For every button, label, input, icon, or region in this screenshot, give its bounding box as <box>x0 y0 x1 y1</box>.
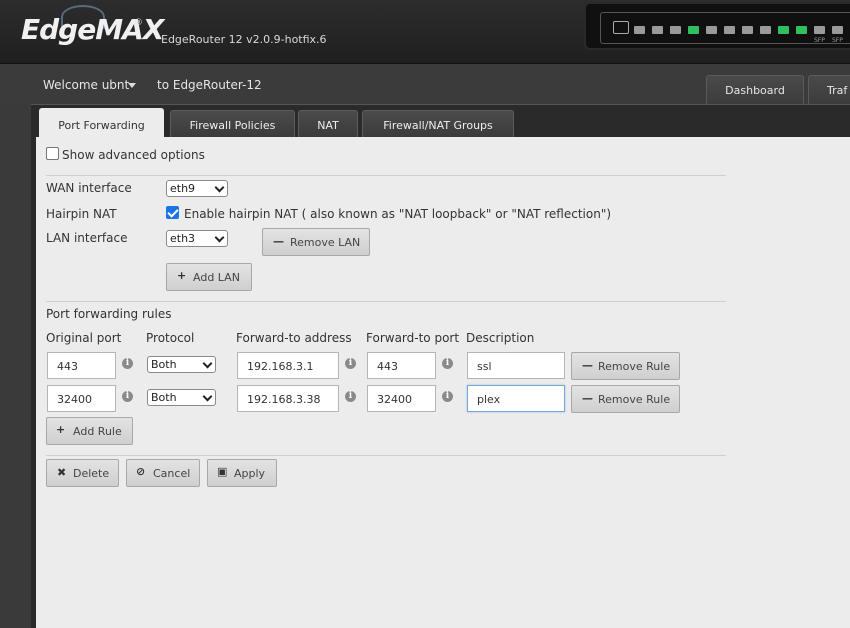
plus-icon: + <box>177 269 187 282</box>
tab-firewall-nat-groups[interactable]: Firewall/NAT Groups <box>362 110 514 138</box>
cancel-label: Cancel <box>153 467 191 480</box>
wan-interface-value: eth9 <box>170 182 196 195</box>
trademark-symbol: ® <box>134 18 143 28</box>
remove-lan-button[interactable]: — Remove LAN <box>262 228 370 256</box>
forward-address-input[interactable]: 192.168.3.38 <box>237 385 339 412</box>
close-icon: ✖ <box>57 466 67 479</box>
col-forward-address: Forward-to address <box>236 331 352 345</box>
port-strip: SFP SFP <box>600 12 850 44</box>
hairpin-nat-checkbox[interactable] <box>166 206 179 219</box>
rules-title: Port forwarding rules <box>46 307 172 321</box>
user-bar: Welcome ubnt to EdgeRouter-12 Dashboard … <box>0 64 850 104</box>
info-icon[interactable]: i <box>345 391 356 402</box>
info-icon[interactable]: i <box>345 358 356 369</box>
welcome-user-menu[interactable]: Welcome ubnt <box>43 78 129 92</box>
chevron-down-icon[interactable] <box>128 83 136 88</box>
info-icon[interactable]: i <box>442 391 453 402</box>
minus-icon: — <box>582 359 593 372</box>
show-advanced-label: Show advanced options <box>62 148 205 162</box>
info-icon[interactable]: i <box>122 391 133 402</box>
divider <box>46 455 726 456</box>
port-indicator <box>706 26 717 34</box>
lan-interface-select[interactable]: eth3 <box>166 230 228 247</box>
cancel-button[interactable]: ⊘ Cancel <box>126 459 200 487</box>
port-indicator <box>670 26 681 34</box>
forward-address-input[interactable]: 192.168.3.1 <box>237 352 339 379</box>
tab-port-forwarding[interactable]: Port Forwarding <box>39 108 164 138</box>
hairpin-nat-description: Enable hairpin NAT ( also known as "NAT … <box>184 207 612 221</box>
col-original-port: Original port <box>46 331 122 345</box>
wan-interface-label: WAN interface <box>46 181 132 195</box>
add-lan-button[interactable]: + Add LAN <box>166 263 252 291</box>
divider <box>46 175 726 176</box>
description-input[interactable]: plex <box>467 385 565 412</box>
port-indicator-active <box>688 26 699 34</box>
router-name: to EdgeRouter-12 <box>157 78 262 92</box>
wan-interface-select[interactable]: eth9 <box>166 180 228 197</box>
remove-rule-label: Remove Rule <box>598 393 671 406</box>
forward-port-input[interactable]: 443 <box>367 352 436 379</box>
port-indicator-active <box>778 26 789 34</box>
divider <box>46 301 726 302</box>
tab-dashboard[interactable]: Dashboard <box>706 75 804 104</box>
col-forward-port: Forward-to port <box>366 331 460 345</box>
delete-label: Delete <box>73 467 110 480</box>
tab-firewall-policies[interactable]: Firewall Policies <box>170 110 295 138</box>
remove-lan-label: Remove LAN <box>290 236 361 249</box>
chevron-down-icon <box>214 232 225 243</box>
port-indicator <box>652 26 663 34</box>
port-indicator <box>832 26 843 34</box>
port-indicator-active <box>796 26 807 34</box>
original-port-input[interactable]: 32400 <box>47 385 116 412</box>
show-advanced-checkbox[interactable] <box>46 147 59 160</box>
minus-icon: — <box>582 392 593 405</box>
col-description: Description <box>466 331 535 345</box>
add-rule-button[interactable]: + Add Rule <box>46 417 133 445</box>
description-input[interactable]: ssl <box>467 352 565 379</box>
console-port-icon <box>613 21 629 34</box>
port-indicator <box>724 26 735 34</box>
port-indicator <box>760 26 771 34</box>
chevron-down-icon <box>202 358 213 369</box>
firmware-version: EdgeRouter 12 v2.0.9-hotfix.6 <box>161 33 327 46</box>
chevron-down-icon <box>202 391 213 402</box>
port-status-panel: SFP SFP <box>584 2 850 50</box>
remove-rule-button[interactable]: — Remove Rule <box>571 385 680 413</box>
port-forwarding-panel: Show advanced options WAN interface eth9… <box>36 137 850 628</box>
minus-icon: — <box>273 235 284 248</box>
col-protocol: Protocol <box>146 331 195 345</box>
apply-label: Apply <box>234 467 266 480</box>
info-icon[interactable]: i <box>442 358 453 369</box>
plus-icon: + <box>56 423 66 436</box>
app-header: EdgeMAX ® EdgeRouter 12 v2.0.9-hotfix.6 … <box>0 0 850 64</box>
remove-rule-label: Remove Rule <box>598 360 671 373</box>
chevron-down-icon <box>214 182 225 193</box>
add-lan-label: Add LAN <box>193 271 240 284</box>
port-indicator <box>814 26 825 34</box>
original-port-input[interactable]: 443 <box>47 352 116 379</box>
protocol-select[interactable]: Both <box>147 389 216 406</box>
port-indicator <box>742 26 753 34</box>
remove-rule-button[interactable]: — Remove Rule <box>571 352 680 380</box>
add-rule-label: Add Rule <box>73 425 122 438</box>
sfp-label: SFP <box>814 37 825 44</box>
save-icon: ▣ <box>217 465 228 478</box>
forward-port-input[interactable]: 32400 <box>367 385 436 412</box>
protocol-select[interactable]: Both <box>147 356 216 373</box>
sfp-label: SFP <box>832 37 843 44</box>
lan-interface-label: LAN interface <box>46 231 128 245</box>
delete-button[interactable]: ✖ Delete <box>46 459 119 487</box>
info-icon[interactable]: i <box>122 358 133 369</box>
tab-traffic-analysis[interactable]: Traf <box>808 75 850 104</box>
cancel-icon: ⊘ <box>136 465 146 478</box>
apply-button[interactable]: ▣ Apply <box>207 459 277 487</box>
hairpin-nat-label: Hairpin NAT <box>46 207 117 221</box>
protocol-value: Both <box>151 358 177 371</box>
protocol-value: Both <box>151 391 177 404</box>
lan-interface-value: eth3 <box>170 232 196 245</box>
port-indicator <box>634 26 645 34</box>
tab-nat[interactable]: NAT <box>298 110 358 138</box>
